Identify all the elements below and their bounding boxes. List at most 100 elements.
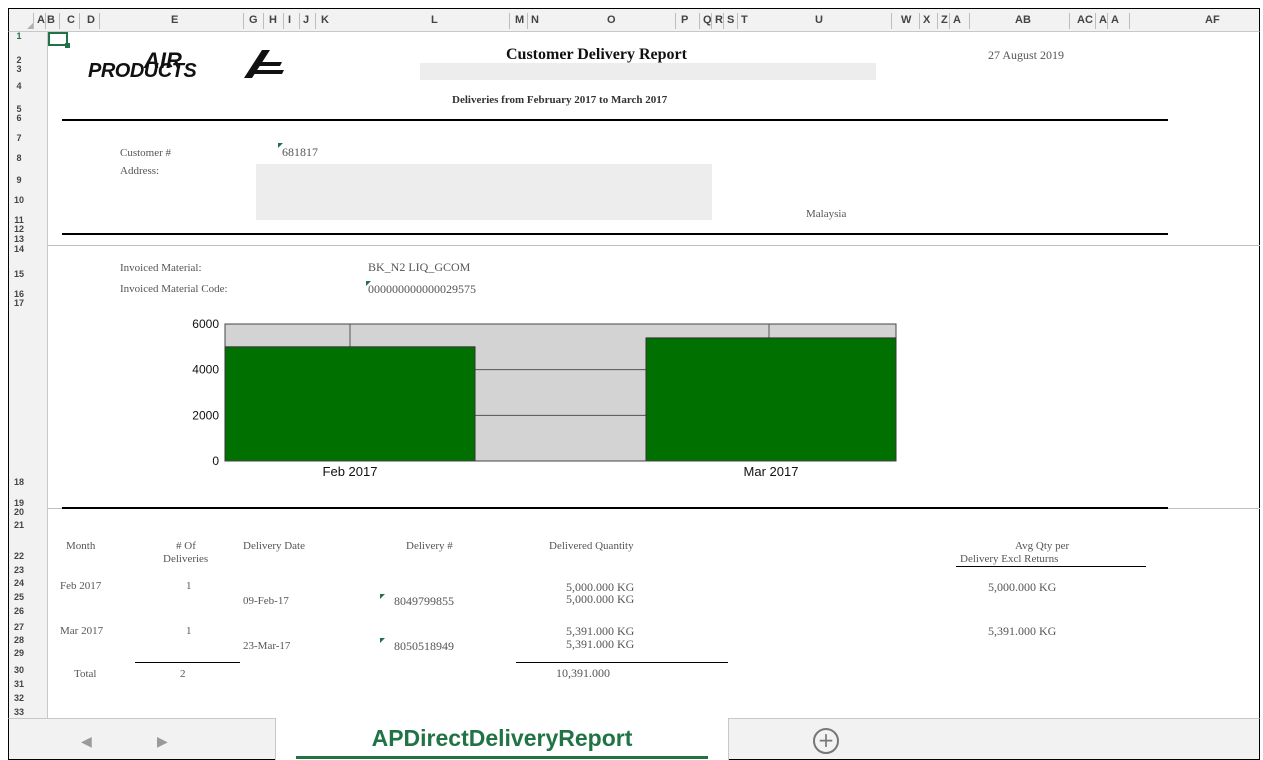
group-month: Mar 2017: [60, 625, 104, 637]
redacted-address: [256, 164, 712, 220]
row-number[interactable]: 27: [9, 623, 29, 632]
plus-icon: +: [817, 728, 835, 752]
group-count: 1: [186, 625, 192, 637]
row-number[interactable]: 26: [9, 607, 29, 616]
material-code: 000000000000029575: [368, 282, 476, 296]
column-header-cell[interactable]: O: [607, 14, 616, 26]
row-number[interactable]: 17: [9, 299, 29, 308]
material-name-label: Invoiced Material:: [120, 262, 202, 274]
row-number[interactable]: 12: [9, 225, 29, 234]
column-header-cell[interactable]: C: [67, 14, 75, 26]
sheet-tab-bar: ◀ ▶ APDirectDeliveryReport +: [8, 718, 1260, 760]
total-quantity-rule: [516, 662, 728, 663]
column-header-cell[interactable]: P: [681, 14, 688, 26]
number-stored-as-text-icon: [380, 594, 385, 599]
row-number[interactable]: 4: [9, 82, 29, 91]
row-number[interactable]: 28: [9, 636, 29, 645]
material-code-label: Invoiced Material Code:: [120, 283, 228, 295]
row-number[interactable]: 24: [9, 579, 29, 588]
row-number[interactable]: 33: [9, 708, 29, 717]
column-header-cell[interactable]: A: [1111, 14, 1119, 26]
column-header-cell[interactable]: M: [515, 14, 524, 26]
column-header-cell[interactable]: N: [531, 14, 539, 26]
column-header-cell[interactable]: A: [37, 14, 45, 26]
column-header-cell[interactable]: A: [1099, 14, 1107, 26]
row-number[interactable]: 1: [9, 32, 29, 41]
redacted-field: [420, 63, 876, 80]
column-header-cell[interactable]: Z: [941, 14, 948, 26]
selected-cell-a1[interactable]: [48, 32, 70, 48]
row-number[interactable]: 23: [9, 566, 29, 575]
add-sheet-button[interactable]: +: [813, 728, 839, 754]
row-header: 1 2 3 4 5 6 7 8 9 10 11 12 13 14 15 16 1…: [8, 32, 48, 718]
row-number[interactable]: 15: [9, 270, 29, 279]
row-number[interactable]: 21: [9, 521, 29, 530]
sheet-tab-apdirectdeliveryreport[interactable]: APDirectDeliveryReport: [275, 718, 729, 760]
scroll-tabs-right-icon[interactable]: ▶: [157, 734, 168, 750]
row-number[interactable]: 6: [9, 114, 29, 123]
row-number[interactable]: 7: [9, 134, 29, 143]
row-number[interactable]: 22: [9, 552, 29, 561]
row-number[interactable]: 30: [9, 666, 29, 675]
column-header-cell[interactable]: S: [727, 14, 734, 26]
delivery-quantity: 5,000.000 KG: [566, 592, 635, 606]
row-number[interactable]: 10: [9, 196, 29, 205]
total-label: Total: [74, 668, 97, 680]
customer-number-label: Customer #: [120, 147, 172, 159]
column-header-cell[interactable]: X: [923, 14, 930, 26]
row-number[interactable]: 29: [9, 649, 29, 658]
delivery-number: 8049799855: [394, 594, 454, 608]
header-count-line1: # Of: [176, 540, 196, 552]
column-header-cell[interactable]: J: [303, 14, 309, 26]
column-header-cell[interactable]: AF: [1205, 14, 1220, 26]
row-number[interactable]: 13: [9, 235, 29, 244]
delivery-quantity: 5,391.000 KG: [566, 637, 635, 651]
column-header-cell[interactable]: D: [87, 14, 95, 26]
column-header-cell[interactable]: A: [953, 14, 961, 26]
delivery-date: 09-Feb-17: [243, 595, 289, 607]
number-stored-as-text-icon: [380, 638, 385, 643]
column-header-cell[interactable]: AB: [1015, 14, 1031, 26]
column-header-cell[interactable]: E: [171, 14, 178, 26]
table-top-divider: [62, 507, 1168, 509]
bar-feb-2017[interactable]: [224, 346, 476, 462]
row-number[interactable]: 3: [9, 65, 29, 74]
group-count: 1: [186, 580, 192, 592]
row-number[interactable]: 14: [9, 245, 29, 254]
row-number[interactable]: 18: [9, 478, 29, 487]
header-delivered-quantity: Delivered Quantity: [549, 540, 634, 552]
row-number[interactable]: 31: [9, 680, 29, 689]
delivery-number: 8050518949: [394, 639, 454, 653]
column-header: A B C D E G H I J K L M N O P Q R S T U …: [8, 8, 1260, 32]
bar-mar-2017[interactable]: [645, 337, 897, 462]
column-header-cell[interactable]: H: [269, 14, 277, 26]
column-header-cell[interactable]: I: [288, 14, 291, 26]
report-date: 27 August 2019: [988, 48, 1065, 62]
column-header-cell[interactable]: B: [47, 14, 55, 26]
column-header-cell[interactable]: T: [741, 14, 748, 26]
row-number[interactable]: 32: [9, 694, 29, 703]
column-header-cell[interactable]: G: [249, 14, 258, 26]
column-header-cell[interactable]: R: [715, 14, 723, 26]
total-quantity: 10,391.000: [556, 666, 610, 680]
column-header-cell[interactable]: U: [815, 14, 823, 26]
column-header-cell[interactable]: W: [901, 14, 911, 26]
total-count-rule: [135, 662, 240, 663]
y-tick-label: 0: [212, 454, 219, 468]
scroll-tabs-left-icon[interactable]: ◀: [81, 734, 92, 750]
y-tick-label: 6000: [192, 317, 219, 331]
report-title: Customer Delivery Report: [506, 46, 687, 63]
column-header-cell[interactable]: AC: [1077, 14, 1093, 26]
column-header-cell[interactable]: L: [431, 14, 438, 26]
row-number[interactable]: 20: [9, 508, 29, 517]
group-avg-quantity: 5,391.000 KG: [988, 624, 1057, 638]
customer-number: 681817: [282, 145, 318, 159]
x-category-label: Mar 2017: [744, 464, 799, 479]
row-number[interactable]: 25: [9, 593, 29, 602]
group-avg-quantity: 5,000.000 KG: [988, 580, 1057, 594]
column-header-cell[interactable]: K: [321, 14, 329, 26]
delivery-bar-chart[interactable]: 0 2000 4000 6000 Feb 2017 Mar 2017: [160, 316, 920, 486]
row-number[interactable]: 9: [9, 176, 29, 185]
avg-header-underline: [956, 566, 1146, 567]
row-number[interactable]: 8: [9, 154, 29, 163]
